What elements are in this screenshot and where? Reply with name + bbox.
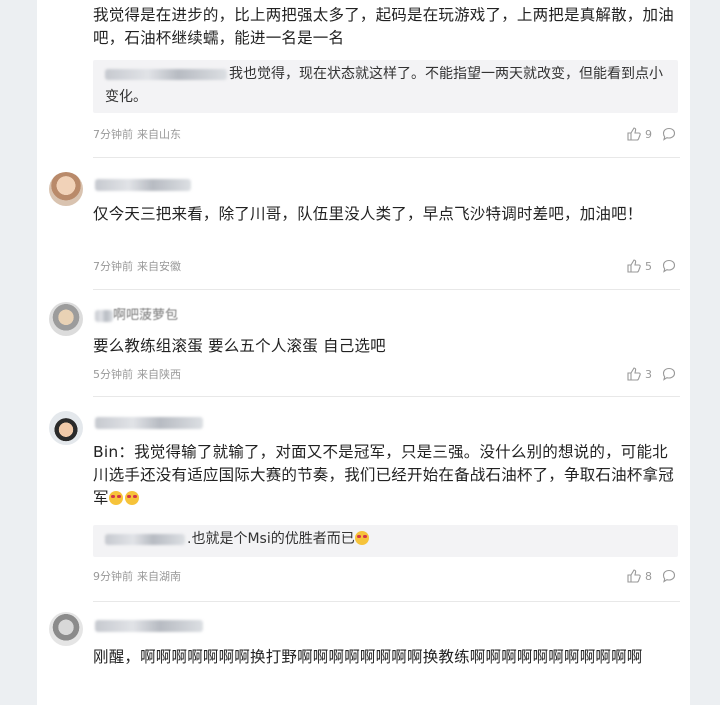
thumbs-up-icon xyxy=(627,367,641,381)
like-button[interactable]: 8 xyxy=(627,569,652,583)
comment-text: 要么教练组滚蛋 要么五个人滚蛋 自己选吧 xyxy=(93,337,386,355)
smiling-emoji-icon xyxy=(354,531,369,545)
reply-username-blurred[interactable] xyxy=(105,533,185,545)
comment-bubble-icon[interactable] xyxy=(662,367,676,381)
comment-text: 仅今天三把来看，除了川哥，队伍里没人类了，早点飞沙特调时差吧，加油吧！ xyxy=(93,205,643,223)
thumbs-up-icon xyxy=(627,569,641,583)
comment-panel: 我觉得是在进步的，比上两把强太多了，起码是在玩游戏了，上两把是真解散，加油吧，石… xyxy=(37,0,690,705)
comment-time: 5分钟前 xyxy=(93,368,133,381)
comment-actions: 9 xyxy=(627,127,676,141)
like-count: 5 xyxy=(645,259,652,273)
comment-username[interactable]: 啊吧菠萝包 xyxy=(95,307,178,323)
comment-text: Bin：我觉得输了就输了，对面又不是冠军，只是三强。没什么别的想说的，可能北川选… xyxy=(93,443,674,507)
comment-location: 来自陕西 xyxy=(137,368,181,381)
reply-text: .也就是个Msi的优胜者而已 xyxy=(187,531,355,547)
like-count: 3 xyxy=(645,367,652,381)
comment-divider xyxy=(93,601,680,602)
comment-actions: 3 xyxy=(627,367,676,381)
comment-meta: 7分钟前 来自安徽 xyxy=(93,259,185,275)
comment-actions: 5 xyxy=(627,259,676,273)
comment-text: 我觉得是在进步的，比上两把强太多了，起码是在玩游戏了，上两把是真解散，加油吧，石… xyxy=(93,6,674,47)
reply-username-blurred[interactable] xyxy=(105,68,227,80)
comment-location: 来自山东 xyxy=(137,128,181,141)
comment-location: 来自湖南 xyxy=(137,570,181,583)
comment-reply: .也就是个Msi的优胜者而已 xyxy=(93,525,678,557)
comment-username-blurred[interactable] xyxy=(95,414,203,430)
comment-bubble-icon[interactable] xyxy=(662,259,676,273)
like-button[interactable]: 3 xyxy=(627,367,652,381)
comment-reply: 我也觉得，现在状态就这样了。不能指望一两天就改变，但能看到点小变化。 xyxy=(93,60,678,113)
comment-time: 9分钟前 xyxy=(93,570,133,583)
avatar[interactable] xyxy=(49,612,83,646)
like-button[interactable]: 5 xyxy=(627,259,652,273)
comment-divider xyxy=(93,289,680,290)
comment-actions: 8 xyxy=(627,569,676,583)
heart-eyes-emoji-icon xyxy=(108,491,123,505)
avatar[interactable] xyxy=(49,411,83,445)
avatar[interactable] xyxy=(49,172,83,206)
comment-location: 来自安徽 xyxy=(137,260,181,273)
comment-meta: 7分钟前 来自山东 xyxy=(93,127,185,143)
like-count: 8 xyxy=(645,569,652,583)
comment-divider xyxy=(93,157,680,158)
thumbs-up-icon xyxy=(627,259,641,273)
comment-text: 刚醒，啊啊啊啊啊啊啊换打野啊啊啊啊啊啊啊啊换教练啊啊啊啊啊啊啊啊啊啊啊 xyxy=(93,648,643,666)
thumbs-up-icon xyxy=(627,127,641,141)
comment-username-blurred[interactable] xyxy=(95,617,203,633)
comment-username-blurred[interactable] xyxy=(95,176,191,192)
comment-time: 7分钟前 xyxy=(93,260,133,273)
comment-meta: 5分钟前 来自陕西 xyxy=(93,367,185,383)
like-button[interactable]: 9 xyxy=(627,127,652,141)
comment-bubble-icon[interactable] xyxy=(662,127,676,141)
comment-bubble-icon[interactable] xyxy=(662,569,676,583)
comment-time: 7分钟前 xyxy=(93,128,133,141)
like-count: 9 xyxy=(645,127,652,141)
comment-divider xyxy=(93,396,680,397)
heart-eyes-emoji-icon xyxy=(124,491,139,505)
comment-meta: 9分钟前 来自湖南 xyxy=(93,569,185,585)
avatar[interactable] xyxy=(49,302,83,336)
